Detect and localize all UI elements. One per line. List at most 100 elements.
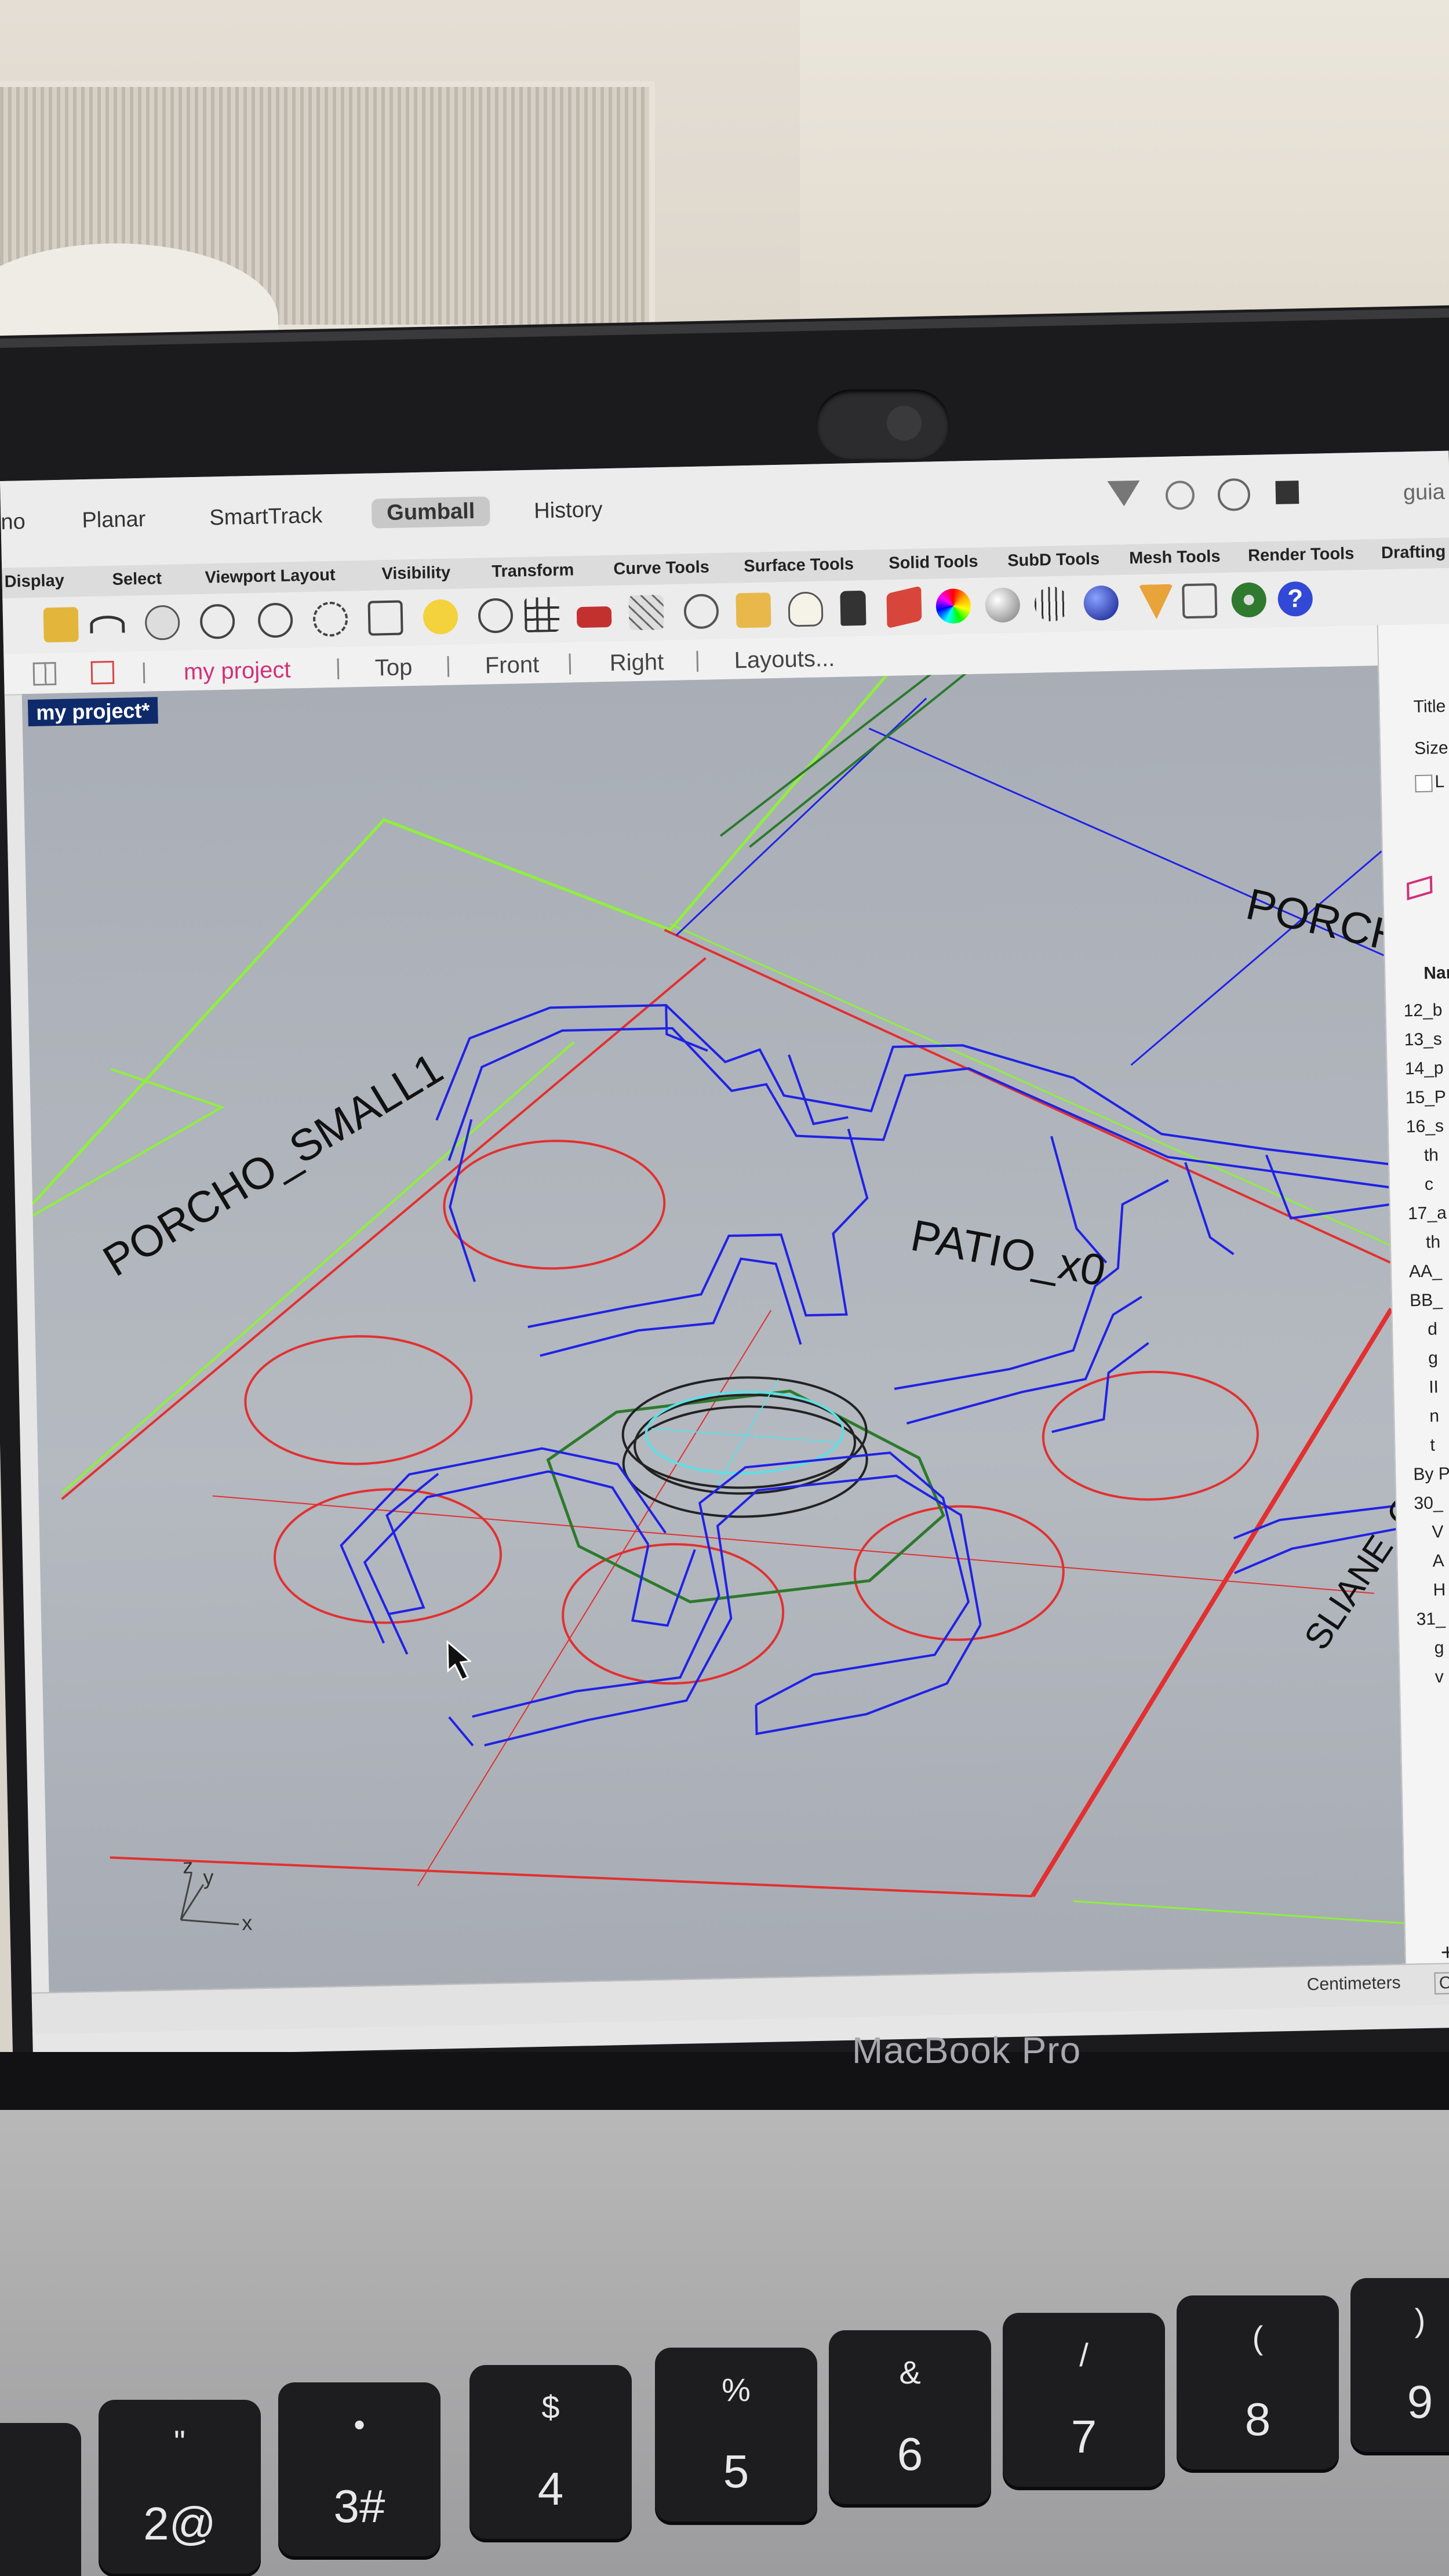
grid-icon[interactable] (628, 595, 664, 631)
help-icon[interactable]: ? (1277, 581, 1313, 617)
layer-item[interactable]: 13_s (1404, 1029, 1445, 1059)
add-layer-button[interactable]: + (1440, 1940, 1449, 1966)
rotate-view-icon[interactable] (199, 603, 235, 639)
tab-layouts[interactable]: Layouts... (734, 646, 835, 674)
key-9[interactable]: ) 9 (1350, 2278, 1449, 2452)
menu-item-smarttrack[interactable]: SmartTrack (209, 503, 323, 530)
menu-item-history[interactable]: History (534, 497, 603, 523)
color-wheel-icon[interactable] (935, 588, 971, 624)
menu-item-planar[interactable]: Planar (82, 507, 146, 533)
layer-item[interactable]: th (1426, 1232, 1449, 1261)
label-sliane: SLIANE_OH (1297, 1467, 1405, 1657)
tab-separator (696, 650, 699, 672)
tab-transform[interactable]: Transform (492, 561, 574, 581)
prop-size-label: Size (1414, 738, 1448, 758)
key-7[interactable]: /7 (1003, 2313, 1165, 2487)
tab-subd-tools[interactable]: SubD Tools (1007, 550, 1100, 570)
tab-curve-tools[interactable]: Curve Tools (613, 558, 709, 578)
light-bulb-icon[interactable] (788, 591, 824, 627)
menu-item-gumball[interactable]: Gumball (371, 496, 490, 529)
layer-item[interactable]: n (1429, 1406, 1449, 1435)
units-indicator[interactable]: Centimeters (1306, 1973, 1400, 1995)
key-2[interactable]: " 2@ (99, 2400, 261, 2574)
zoom-extents-icon[interactable] (367, 600, 403, 636)
layer-item[interactable]: II (1429, 1377, 1449, 1406)
layer-item[interactable]: 16_s (1406, 1116, 1447, 1146)
tab-right[interactable]: Right (609, 649, 664, 676)
layer-item[interactable]: th (1424, 1145, 1449, 1174)
undo-view-icon[interactable] (478, 598, 514, 634)
layer-item[interactable]: 14_p (1404, 1058, 1446, 1088)
key-3[interactable]: • 3# (278, 2382, 440, 2556)
four-viewports-icon[interactable] (524, 596, 560, 633)
filter-icon[interactable] (1107, 480, 1141, 507)
shaded-sphere-icon[interactable] (985, 587, 1021, 623)
target-icon[interactable] (1165, 480, 1195, 510)
cplane-indicator[interactable]: CPlane (1434, 1971, 1449, 1995)
key-5[interactable]: % 5 (655, 2348, 817, 2522)
layers-icon[interactable] (886, 585, 922, 629)
tab-drafting[interactable]: Drafting (1381, 543, 1446, 563)
layer-item[interactable]: 31_ (1416, 1609, 1449, 1639)
single-viewport-icon[interactable] (32, 662, 57, 686)
tab-display[interactable]: Display (4, 572, 64, 592)
bench-wireframes (340, 1004, 1396, 1747)
viewport-title[interactable]: my project* (27, 697, 158, 727)
zoom-window-icon[interactable] (312, 601, 348, 637)
square-icon[interactable] (1275, 481, 1299, 504)
layer-item[interactable]: H (1433, 1580, 1449, 1609)
layer-item[interactable]: t (1430, 1435, 1449, 1464)
layer-item[interactable]: A (1432, 1551, 1449, 1580)
tab-render-tools[interactable]: Render Tools (1248, 544, 1355, 566)
menu-item-no[interactable]: no (1, 510, 26, 535)
tab-separator (447, 656, 450, 677)
tab-visibility[interactable]: Visibility (381, 563, 450, 584)
dimension-icon[interactable] (1182, 583, 1218, 619)
key-6[interactable]: & 6 (829, 2330, 991, 2504)
layer-item[interactable]: 30_ (1414, 1493, 1449, 1523)
paste-icon[interactable] (43, 607, 79, 643)
tab-separator (143, 662, 145, 683)
layer-item[interactable]: 12_b (1403, 1000, 1444, 1030)
layer-item[interactable]: c (1425, 1174, 1449, 1203)
wireframe-sphere-icon[interactable] (1034, 586, 1070, 622)
zoom-icon[interactable] (257, 602, 293, 638)
webcam-cover (816, 390, 949, 459)
shapes-icon[interactable] (736, 592, 771, 628)
undo-icon[interactable] (89, 615, 125, 634)
layer-item[interactable]: BB_ (1410, 1290, 1449, 1320)
layer-item[interactable]: g (1428, 1348, 1449, 1377)
perspective-viewport[interactable]: PORCHO_SMALL1 PATIO_x0 PORCH SLIANE_OH z… (21, 665, 1406, 1992)
rendered-sphere-icon[interactable] (1083, 585, 1119, 621)
grasshopper-icon[interactable] (1231, 582, 1267, 618)
lock-icon[interactable] (840, 590, 867, 626)
tab-surface-tools[interactable]: Surface Tools (744, 555, 854, 576)
pan-hand-icon[interactable] (144, 605, 180, 641)
layer-item[interactable]: By P (1413, 1464, 1449, 1494)
point-icon[interactable] (683, 594, 719, 630)
layer-item[interactable]: d (1428, 1319, 1449, 1348)
tab-mesh-tools[interactable]: Mesh Tools (1129, 547, 1221, 568)
tab-viewport-layout[interactable]: Viewport Layout (205, 566, 336, 588)
zoom-selected-icon[interactable] (423, 599, 458, 635)
key-8[interactable]: (8 (1177, 2295, 1339, 2469)
new-viewport-icon[interactable] (90, 660, 115, 685)
layer-item[interactable]: g (1434, 1638, 1449, 1667)
circle-icon[interactable] (1217, 478, 1251, 511)
checkbox[interactable] (1415, 774, 1433, 792)
funnel-icon[interactable] (1138, 584, 1174, 620)
tab-front[interactable]: Front (485, 652, 539, 679)
key-4[interactable]: $4 (469, 2365, 632, 2539)
layer-item[interactable]: 15_P (1405, 1087, 1446, 1117)
tab-solid-tools[interactable]: Solid Tools (889, 552, 978, 573)
car-icon[interactable] (576, 606, 612, 628)
tab-my-project[interactable]: my project (184, 657, 291, 686)
layers-tab-icon[interactable] (1407, 875, 1433, 901)
tab-top[interactable]: Top (374, 654, 412, 681)
layer-item[interactable]: v (1435, 1667, 1449, 1696)
key-1[interactable] (0, 2423, 81, 2576)
layer-item[interactable]: 17_a (1408, 1203, 1449, 1233)
layer-item[interactable]: V (1432, 1522, 1449, 1551)
tab-select[interactable]: Select (112, 569, 162, 590)
layer-item[interactable]: AA_ (1409, 1261, 1449, 1291)
